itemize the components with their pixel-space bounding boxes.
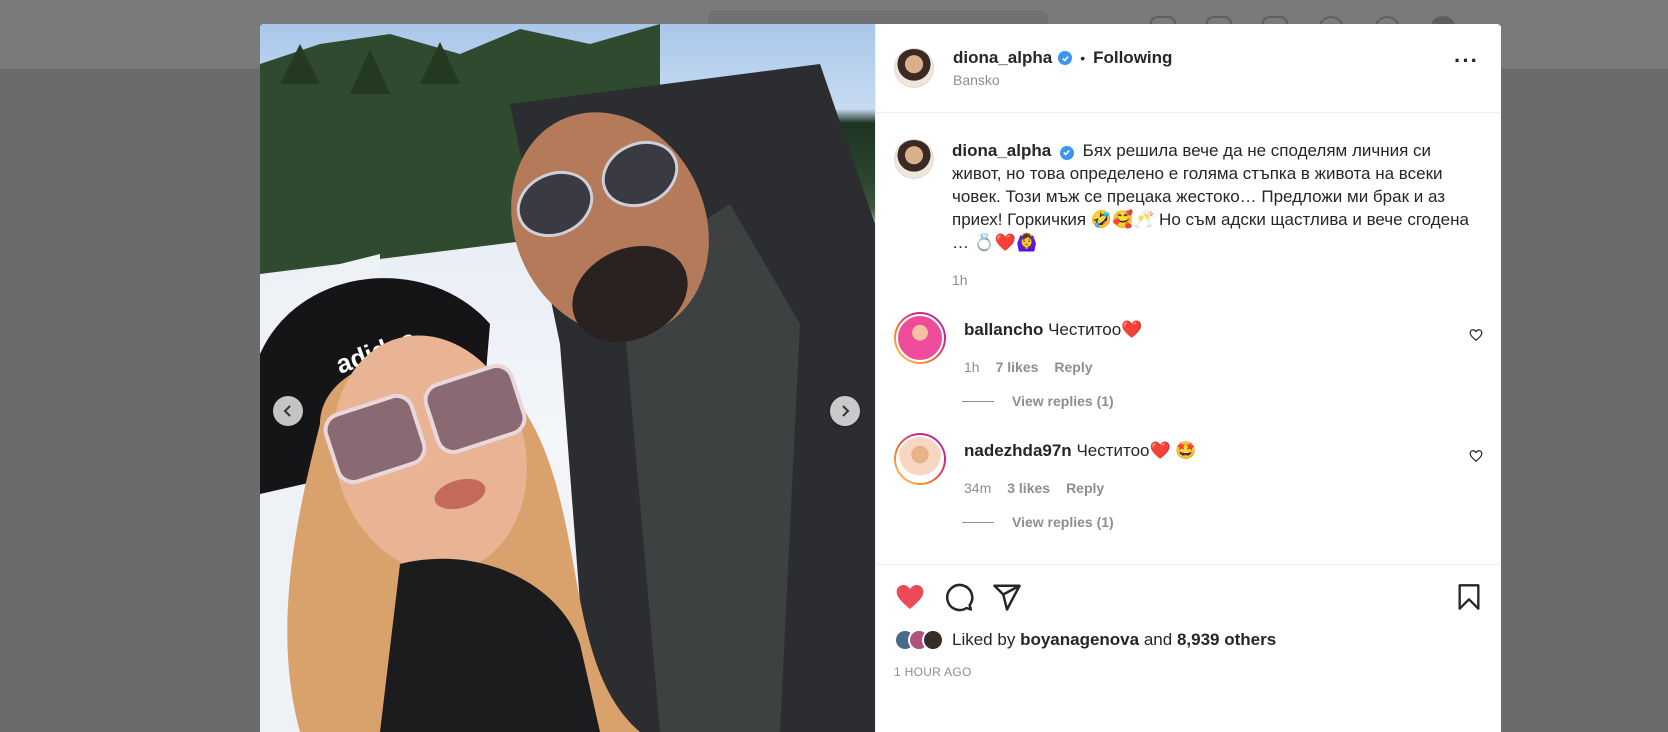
post-location[interactable]: Bansko bbox=[953, 72, 1172, 88]
caption-avatar[interactable] bbox=[894, 139, 934, 179]
comment-username[interactable]: nadezhda97n bbox=[964, 441, 1072, 460]
liked-by-and: and bbox=[1143, 630, 1173, 649]
verified-badge-icon bbox=[1059, 145, 1074, 160]
comment-avatar[interactable] bbox=[894, 433, 946, 485]
comment-likes[interactable]: 3 likes bbox=[1007, 480, 1050, 496]
view-replies-button[interactable]: View replies (1) bbox=[962, 514, 1483, 530]
caption: diona_alpha Бях решила вече да не сподел… bbox=[894, 125, 1483, 288]
post-modal: adidas diona_alpha bbox=[260, 24, 1501, 732]
view-replies-label: View replies (1) bbox=[1012, 514, 1114, 530]
post-photo: adidas bbox=[260, 24, 875, 732]
liked-by: Liked by boyanagenova and 8,939 others bbox=[894, 629, 1483, 651]
liked-by-prefix: Liked by bbox=[952, 630, 1016, 649]
comment-item: ballancho Честитоо❤️ 1h 7 likes Reply bbox=[894, 312, 1483, 375]
bookmark-icon[interactable] bbox=[1455, 582, 1483, 612]
comment-reply-button[interactable]: Reply bbox=[1054, 359, 1092, 375]
post-media: adidas bbox=[260, 24, 875, 732]
next-photo-button[interactable] bbox=[830, 396, 860, 426]
liked-by-others[interactable]: 8,939 others bbox=[1177, 630, 1276, 649]
post-actions: Liked by boyanagenova and 8,939 others 1… bbox=[876, 564, 1501, 732]
comment-icon[interactable] bbox=[944, 582, 974, 612]
liked-by-user[interactable]: boyanagenova bbox=[1020, 630, 1139, 649]
liker-avatar[interactable] bbox=[922, 629, 944, 651]
author-avatar[interactable] bbox=[894, 48, 934, 88]
author-username[interactable]: diona_alpha bbox=[953, 48, 1052, 68]
more-horizontal-icon[interactable]: ··· bbox=[1454, 50, 1479, 72]
comment-text: Честитоо❤️ 🤩 bbox=[1076, 441, 1197, 460]
comment-reply-button[interactable]: Reply bbox=[1066, 480, 1104, 496]
replies-divider bbox=[962, 521, 994, 523]
share-send-icon[interactable] bbox=[992, 582, 1022, 612]
replies-divider bbox=[962, 400, 994, 402]
comment-time[interactable]: 34m bbox=[964, 480, 991, 496]
verified-badge-icon bbox=[1058, 51, 1073, 65]
following-button[interactable]: Following bbox=[1093, 48, 1172, 68]
separator-dot: • bbox=[1080, 50, 1086, 66]
previous-photo-button[interactable] bbox=[273, 396, 303, 426]
comment-like-heart-icon[interactable] bbox=[1469, 449, 1483, 463]
post-timestamp[interactable]: 1 HOUR AGO bbox=[894, 665, 1483, 679]
like-heart-icon[interactable] bbox=[894, 581, 926, 613]
caption-username[interactable]: diona_alpha bbox=[952, 141, 1051, 160]
comment-avatar[interactable] bbox=[894, 312, 946, 364]
comments-section: diona_alpha Бях решила вече да не сподел… bbox=[876, 113, 1501, 564]
view-replies-button[interactable]: View replies (1) bbox=[962, 393, 1483, 409]
comment-username[interactable]: ballancho bbox=[964, 320, 1043, 339]
caption-time[interactable]: 1h bbox=[952, 272, 968, 288]
chevron-right-icon bbox=[842, 405, 850, 417]
view-replies-label: View replies (1) bbox=[1012, 393, 1114, 409]
post-header: diona_alpha • Following Bansko ··· bbox=[876, 24, 1501, 113]
comment-likes[interactable]: 7 likes bbox=[996, 359, 1039, 375]
comment-text: Честитоо❤️ bbox=[1048, 320, 1143, 339]
chevron-left-icon bbox=[283, 405, 291, 417]
post-sidebar: diona_alpha • Following Bansko ··· diona… bbox=[875, 24, 1501, 732]
comment-like-heart-icon[interactable] bbox=[1469, 328, 1483, 342]
comment-item: nadezhda97n Честитоо❤️ 🤩 34m 3 likes Rep… bbox=[894, 433, 1483, 496]
comment-time[interactable]: 1h bbox=[964, 359, 980, 375]
